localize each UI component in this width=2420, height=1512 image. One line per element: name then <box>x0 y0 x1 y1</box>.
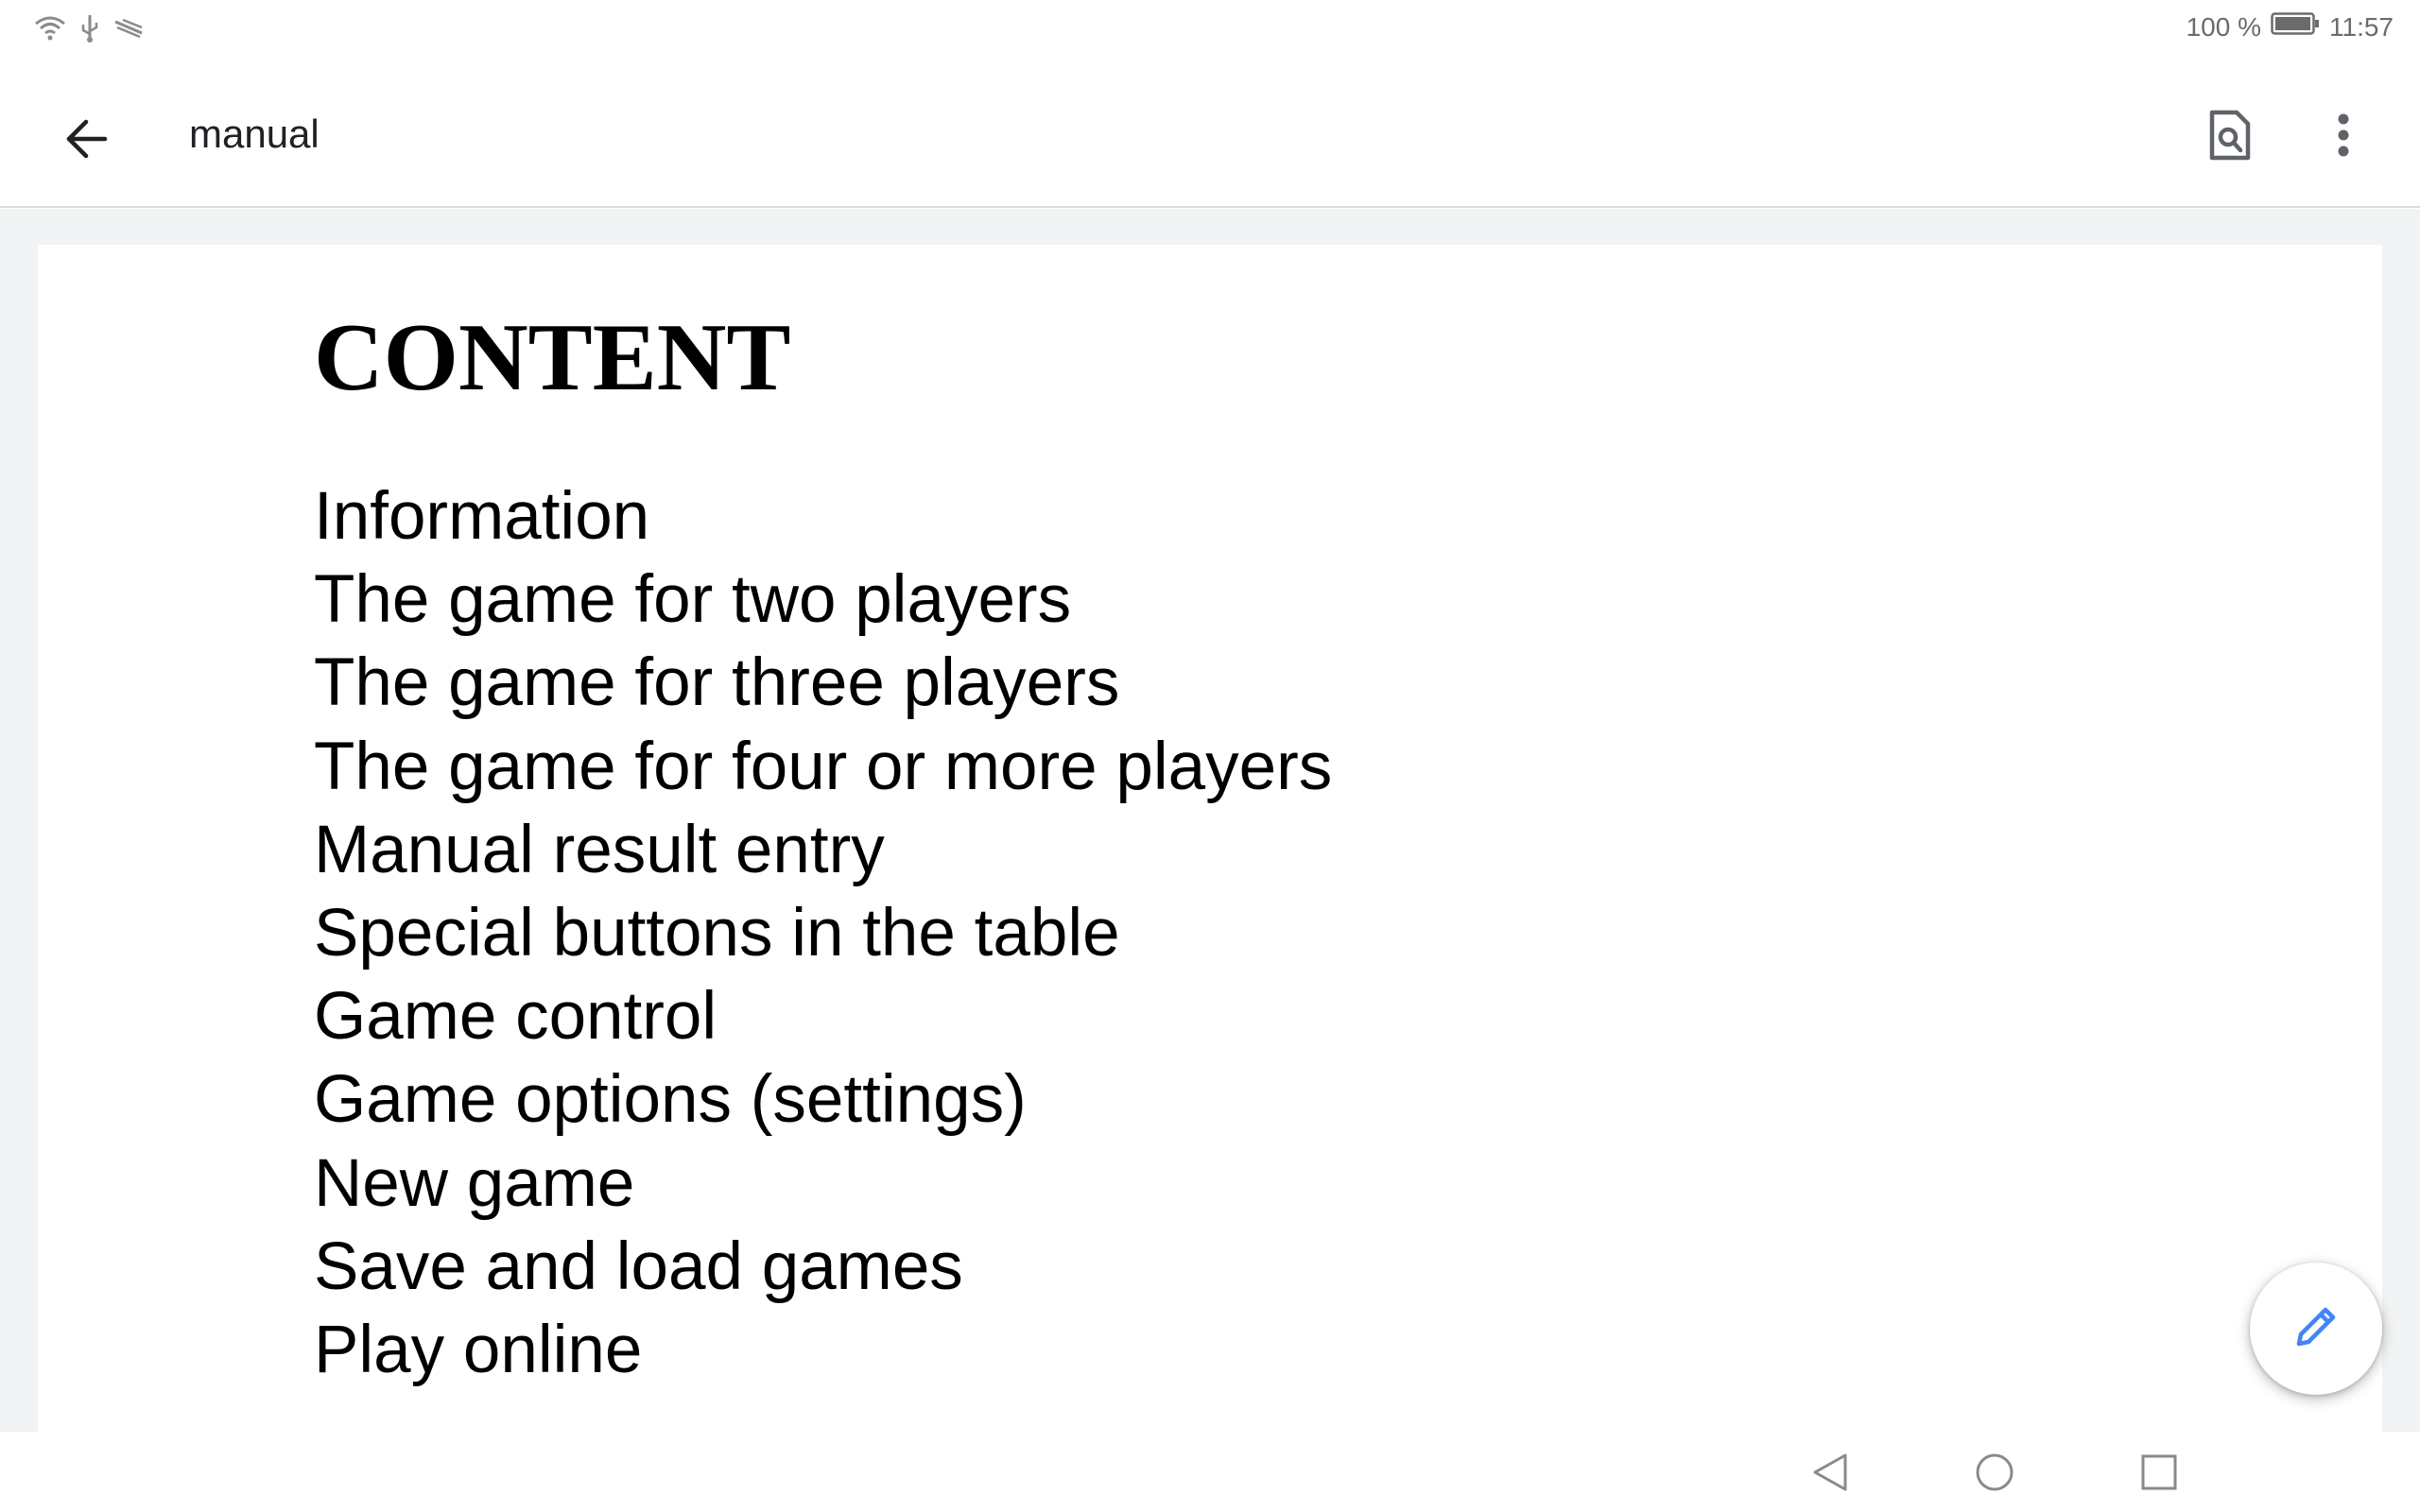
contents-item: The game for two players <box>314 562 1072 638</box>
back-button[interactable] <box>45 100 127 181</box>
contents-item: Information <box>314 479 650 554</box>
nav-back-icon <box>1809 1452 1851 1498</box>
pencil-icon <box>2291 1302 2341 1356</box>
battery-percent: 100 % <box>2186 11 2261 42</box>
wifi-icon <box>34 14 66 43</box>
contents-item: Play online <box>314 1313 643 1388</box>
contents-item: Game options (settings) <box>314 1062 1027 1138</box>
contents-item: Special buttons in the table <box>314 896 1120 971</box>
cast-icon <box>113 16 144 41</box>
document-page: CONTENT Information The game for two pla… <box>38 245 2382 1432</box>
find-in-page-icon <box>2208 109 2252 166</box>
app-bar: manual <box>0 59 2420 208</box>
nav-back-button[interactable] <box>1792 1441 1868 1507</box>
battery-icon <box>2271 11 2320 43</box>
more-options-button[interactable] <box>2303 96 2384 178</box>
find-in-document-button[interactable] <box>2189 96 2271 178</box>
contents-item: Game control <box>314 979 717 1055</box>
contents-item: The game for four or more players <box>314 729 1333 804</box>
usb-icon <box>79 13 100 43</box>
nav-recents-icon <box>2138 1452 2180 1498</box>
document-title: manual <box>189 112 320 156</box>
more-vert-icon <box>2337 113 2350 162</box>
back-arrow-icon <box>63 118 109 164</box>
contents-item: Manual result entry <box>314 812 885 887</box>
document-heading: CONTENT <box>314 304 791 411</box>
contents-item: The game for three players <box>314 645 1120 721</box>
nav-home-button[interactable] <box>1957 1441 2032 1507</box>
status-icons-left <box>34 13 144 43</box>
nav-home-icon <box>1974 1452 2015 1498</box>
edit-button[interactable] <box>2250 1263 2382 1395</box>
status-bar: 100 % 11:57 <box>0 0 2420 59</box>
document-viewer[interactable]: CONTENT Information The game for two pla… <box>0 209 2420 1432</box>
nav-recents-button[interactable] <box>2121 1441 2197 1507</box>
contents-item: New game <box>314 1145 635 1221</box>
contents-list: Information The game for two players The… <box>314 475 1332 1392</box>
system-navigation-bar <box>0 1432 2420 1512</box>
clock: 11:57 <box>2329 11 2394 42</box>
status-info-right: 100 % 11:57 <box>2187 11 2394 43</box>
contents-item: Save and load games <box>314 1228 963 1304</box>
